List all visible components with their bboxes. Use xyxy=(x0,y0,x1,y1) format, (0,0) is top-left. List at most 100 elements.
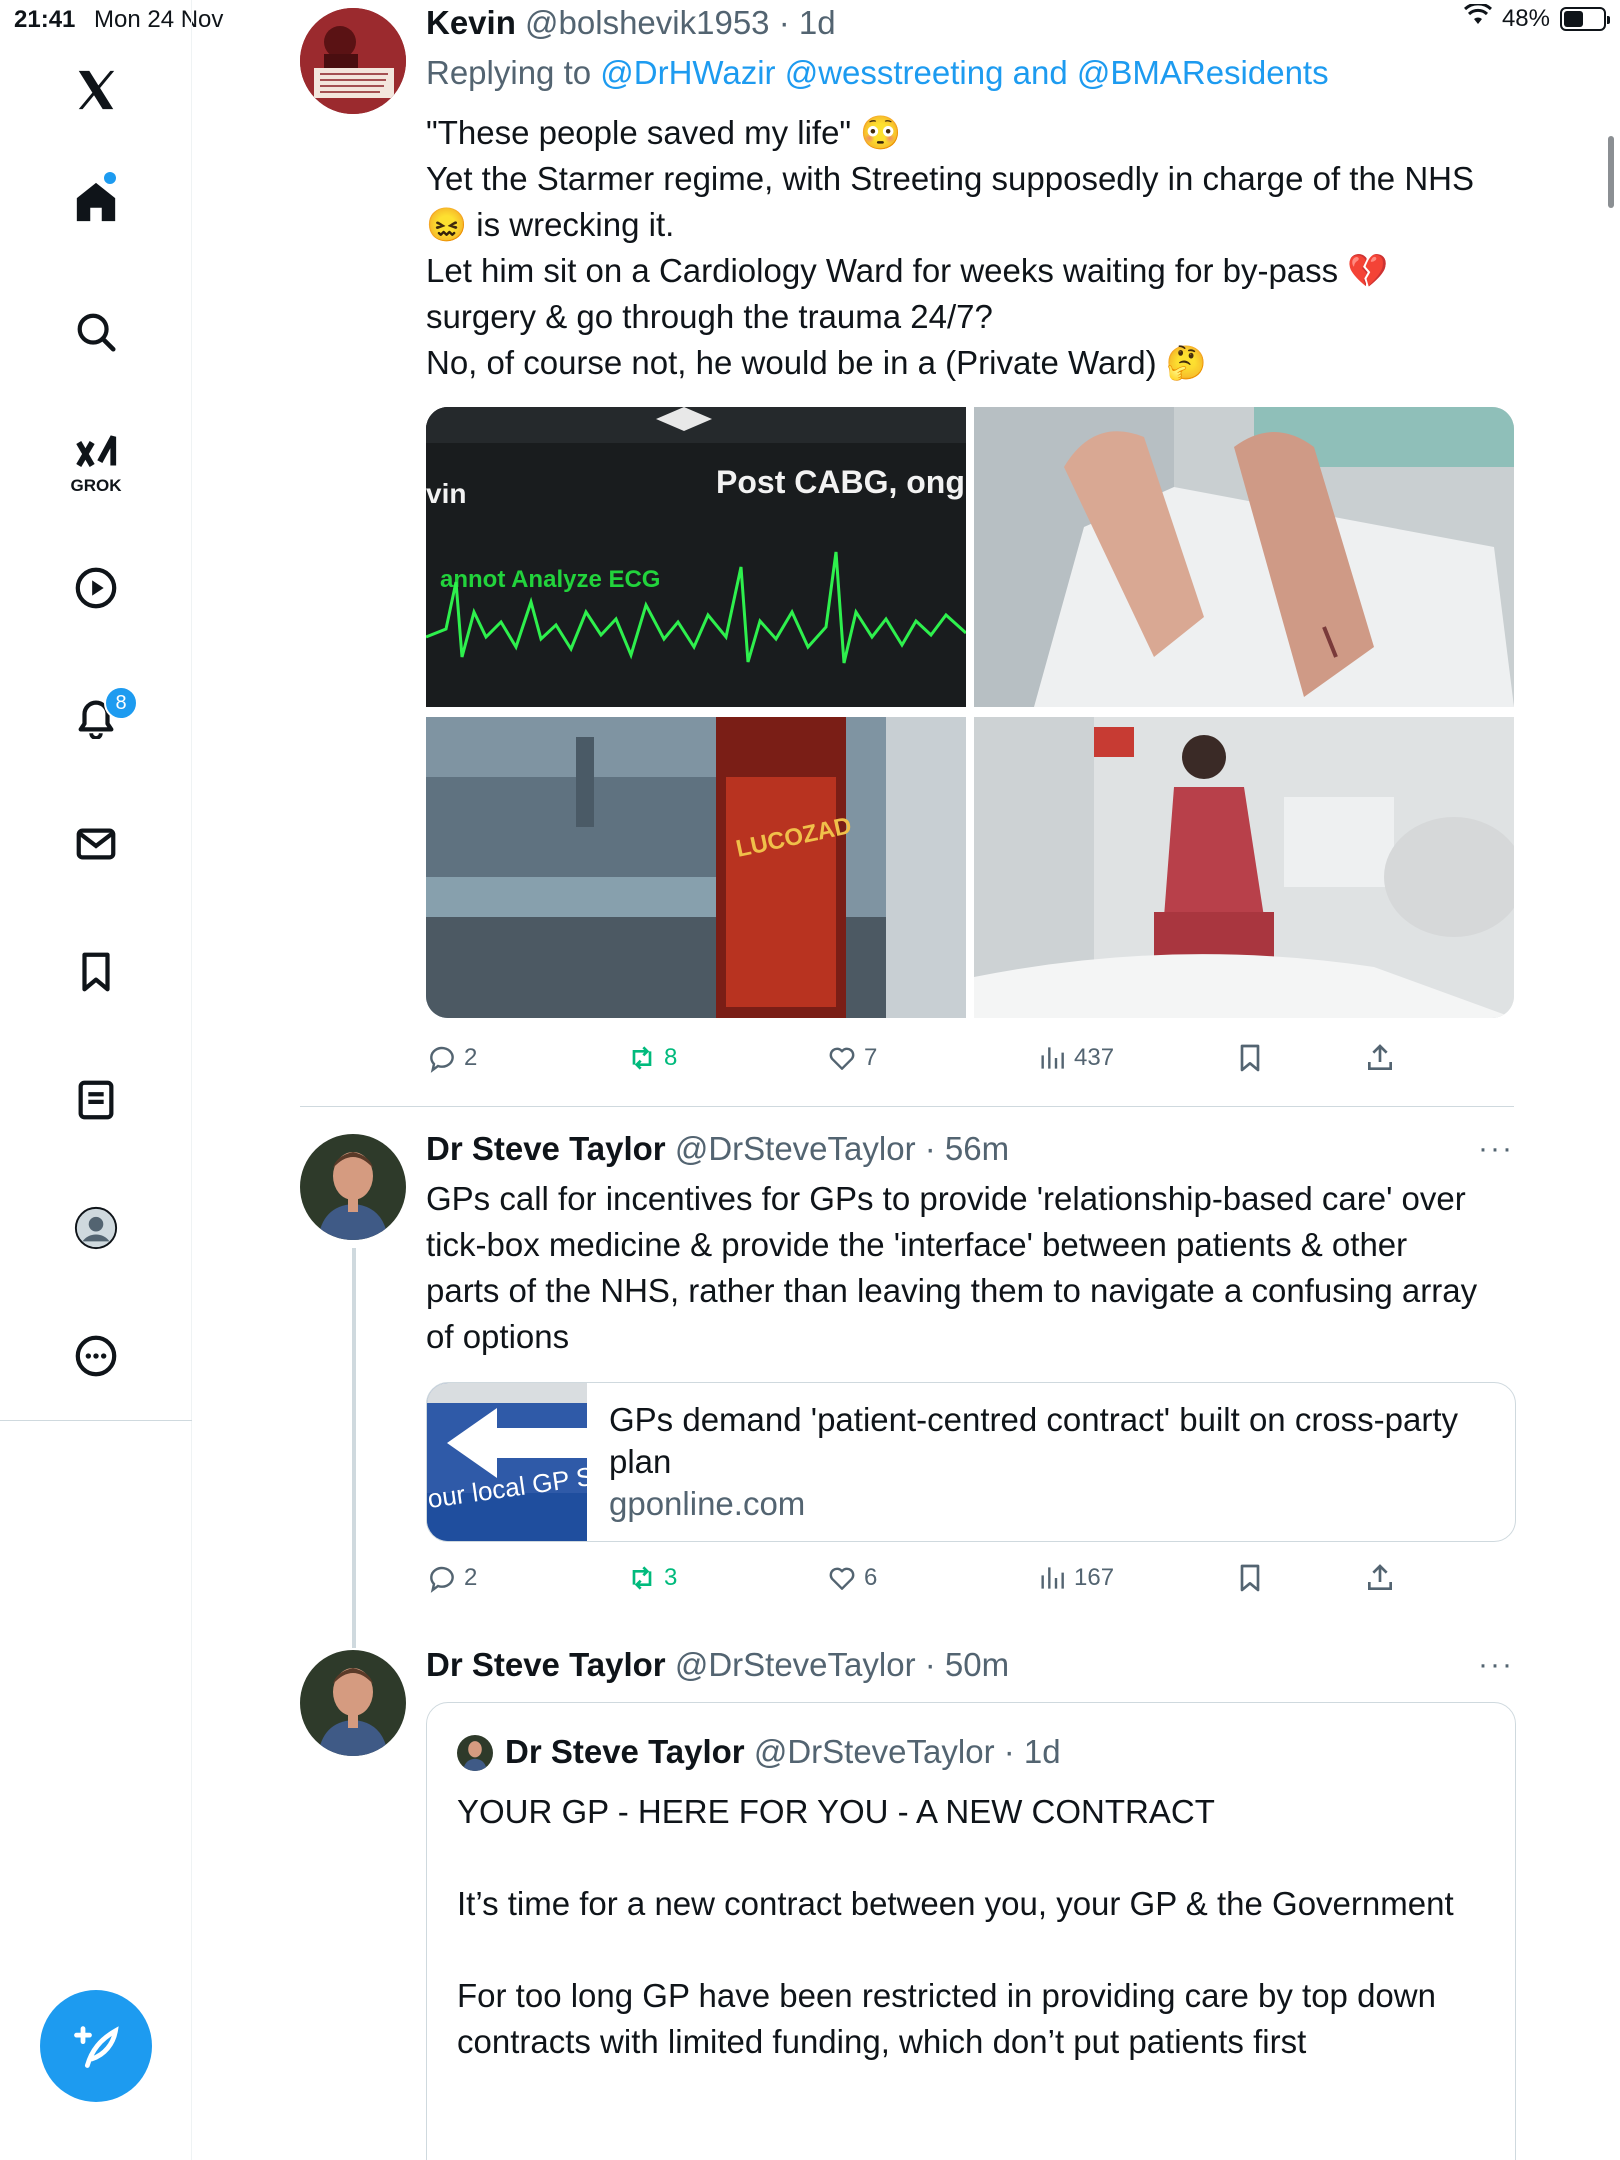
bookmarks-icon[interactable] xyxy=(66,942,126,1002)
home-icon[interactable] xyxy=(66,172,126,232)
link-card-thumbnail: our local GP S xyxy=(427,1383,595,1541)
repost-button[interactable]: 3 xyxy=(626,1562,677,1594)
author-handle[interactable]: @DrSteveTaylor xyxy=(675,1130,916,1167)
reply-icon xyxy=(430,1046,454,1073)
grok-icon[interactable] xyxy=(66,424,126,484)
replying-to-handles[interactable]: @DrHWazir @wesstreeting and @BMAResident… xyxy=(600,54,1328,91)
author-name[interactable]: Dr Steve Taylor xyxy=(426,1130,666,1167)
compose-feather-icon xyxy=(74,2026,119,2068)
heart-icon xyxy=(829,1047,855,1070)
x-logo-icon[interactable] xyxy=(66,60,126,120)
heart-icon xyxy=(829,1567,855,1590)
views-count: 167 xyxy=(1074,1564,1115,1591)
views-button[interactable]: 437 xyxy=(1036,1042,1114,1074)
like-count: 6 xyxy=(864,1564,878,1591)
battery-icon xyxy=(1560,6,1610,31)
repost-icon xyxy=(632,1046,652,1070)
quoted-avatar xyxy=(457,1735,493,1771)
author-name[interactable]: Kevin xyxy=(426,4,516,41)
post-time[interactable]: 50m xyxy=(945,1646,1009,1683)
author-handle[interactable]: @bolshevik1953 xyxy=(525,4,770,41)
scrollbar[interactable] xyxy=(1608,136,1614,208)
post-actions-steve-1: 2 3 6 167 xyxy=(426,1562,1516,1602)
post-time[interactable]: 1d xyxy=(799,4,836,41)
like-button[interactable]: 7 xyxy=(826,1042,877,1074)
status-right: 48% xyxy=(1463,2,1610,33)
media-window-photo[interactable]: LUCOZAD xyxy=(426,717,966,1018)
wifi-icon xyxy=(1463,2,1492,33)
post-text-line: tick-box medicine & provide the 'interfa… xyxy=(426,1226,1408,1263)
replying-to: Replying to @DrHWazir @wesstreeting and … xyxy=(426,54,1329,92)
views-count: 437 xyxy=(1074,1044,1115,1071)
media-nurse-photo[interactable] xyxy=(974,717,1514,1018)
more-options-icon[interactable] xyxy=(66,1326,126,1386)
ecg-warning-label: annot Analyze ECG xyxy=(440,566,660,593)
quoted-text: YOUR GP - HERE FOR YOU - A NEW CONTRACT … xyxy=(457,1789,1477,2111)
profile-avatar-icon[interactable] xyxy=(66,1198,126,1258)
reply-button[interactable]: 2 xyxy=(426,1042,477,1074)
post-media-grid: Post CABG, ongo vin annot Analyze ECG LU… xyxy=(426,407,1514,1018)
battery-percent: 48% xyxy=(1501,4,1550,32)
quoted-paragraph: For too long GP have been restricted in … xyxy=(457,1977,1436,2060)
search-icon[interactable] xyxy=(66,302,126,362)
bookmark-icon xyxy=(1240,1044,1260,1072)
views-button[interactable]: 167 xyxy=(1036,1562,1114,1594)
post-text-line: of options xyxy=(426,1318,570,1355)
repost-button[interactable]: 8 xyxy=(626,1042,677,1074)
bookmark-button[interactable] xyxy=(1234,1042,1266,1074)
views-icon xyxy=(1041,1567,1064,1589)
more-menu-icon[interactable]: ··· xyxy=(1478,1648,1514,1682)
post-header-kevin: Kevin @bolshevik1953 · 1d xyxy=(426,4,836,41)
avatar-steve-taylor[interactable] xyxy=(300,1134,406,1240)
quoted-post[interactable]: Dr Steve Taylor @DrSteveTaylor · 1d YOUR… xyxy=(426,1702,1516,2160)
quoted-paragraph: YOUR GP - HERE FOR YOU - A NEW CONTRACT xyxy=(457,1793,1215,1830)
post-time[interactable]: 56m xyxy=(945,1130,1009,1167)
author-name[interactable]: Dr Steve Taylor xyxy=(426,1646,666,1683)
like-button[interactable]: 6 xyxy=(826,1562,877,1594)
post-actions-kevin: 2 8 7 437 xyxy=(426,1042,1516,1082)
quoted-author-handle: @DrSteveTaylor xyxy=(753,1733,995,1770)
lists-icon[interactable] xyxy=(66,1070,126,1130)
media-ecg-photo[interactable]: Post CABG, ongo vin annot Analyze ECG xyxy=(426,407,966,707)
sidebar: GROK 8 xyxy=(0,0,192,2160)
quoted-header: Dr Steve Taylor @DrSteveTaylor · 1d xyxy=(505,1733,1061,1770)
repost-icon xyxy=(632,1566,652,1590)
author-handle[interactable]: @DrSteveTaylor xyxy=(675,1646,916,1683)
like-count: 7 xyxy=(864,1044,878,1071)
avatar-steve-taylor[interactable] xyxy=(300,1650,406,1756)
views-icon xyxy=(1041,1047,1064,1069)
post-text-line: No, of course not, he would be in a (Pri… xyxy=(426,344,1207,381)
compose-post-button[interactable] xyxy=(40,1990,152,2102)
repost-count: 8 xyxy=(664,1044,678,1071)
post-text-line: Yet the Starmer regime, with Streeting s… xyxy=(426,160,1474,197)
messages-icon[interactable] xyxy=(66,814,126,874)
bookmark-button[interactable] xyxy=(1234,1562,1266,1594)
avatar-kevin[interactable] xyxy=(300,8,406,114)
link-card[interactable]: our local GP S GPs demand 'patient-centr… xyxy=(426,1382,1516,1542)
media-feet-photo[interactable] xyxy=(974,407,1514,707)
quoted-paragraph: It’s time for a new contract between you… xyxy=(457,1885,1454,1922)
thread-connector xyxy=(352,1248,356,1648)
more-menu-icon[interactable]: ··· xyxy=(1478,1132,1514,1166)
post-divider xyxy=(300,1106,1514,1107)
replying-to-label: Replying to xyxy=(426,54,592,91)
post-text-kevin: "These people saved my life" 😳 Yet the S… xyxy=(426,110,1516,386)
share-button[interactable] xyxy=(1364,1562,1396,1594)
post-text-line: surgery & go through the trauma 24/7? xyxy=(426,298,993,335)
reply-count: 2 xyxy=(464,1044,478,1071)
quoted-author-name: Dr Steve Taylor xyxy=(505,1733,745,1770)
post-text-line: Let him sit on a Cardiology Ward for wee… xyxy=(426,252,1389,289)
video-icon[interactable] xyxy=(66,558,126,618)
quoted-post-time: 1d xyxy=(1023,1733,1061,1770)
post-text-steve-1: GPs call for incentives for GPs to provi… xyxy=(426,1176,1516,1360)
repost-count: 3 xyxy=(664,1564,678,1591)
reply-icon xyxy=(430,1566,454,1593)
grok-label: GROK xyxy=(70,476,122,495)
post-text-line: "These people saved my life" 😳 xyxy=(426,114,902,151)
ecg-label-top: Post CABG, ongo xyxy=(716,464,966,500)
share-button[interactable] xyxy=(1364,1042,1396,1074)
post-header-steve-2: Dr Steve Taylor @DrSteveTaylor · 50m xyxy=(426,1646,1010,1683)
post-text-line: GPs call for incentives for GPs to provi… xyxy=(426,1180,1466,1217)
reply-button[interactable]: 2 xyxy=(426,1562,477,1594)
reply-count: 2 xyxy=(464,1564,478,1591)
